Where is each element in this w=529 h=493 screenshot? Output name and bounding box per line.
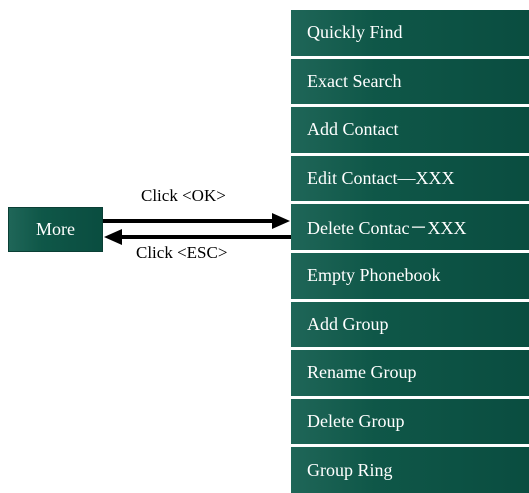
menu-item-quickly-find[interactable]: Quickly Find bbox=[291, 10, 529, 59]
arrow-right-ok bbox=[103, 213, 290, 229]
menu-item-rename-group[interactable]: Rename Group bbox=[291, 350, 529, 399]
menu-item-add-group[interactable]: Add Group bbox=[291, 301, 529, 351]
phonebook-menu: Quickly Find Exact Search Add Contact Ed… bbox=[291, 10, 529, 493]
menu-item-exact-search[interactable]: Exact Search bbox=[291, 58, 529, 108]
arrow-left-esc bbox=[104, 229, 291, 245]
menu-item-add-contact[interactable]: Add Contact bbox=[291, 107, 529, 156]
menu-item-delete-group[interactable]: Delete Group bbox=[291, 398, 529, 448]
menu-item-delete-contact[interactable]: Delete Contac－XXX bbox=[291, 204, 529, 253]
menu-item-group-ring[interactable]: Group Ring bbox=[291, 447, 529, 493]
menu-item-edit-contact[interactable]: Edit Contact—XXX bbox=[291, 155, 529, 205]
flow-diagram: More Click <OK> Click <ESC> Quickly Find… bbox=[0, 0, 529, 493]
menu-item-empty-phonebook[interactable]: Empty Phonebook bbox=[291, 252, 529, 302]
